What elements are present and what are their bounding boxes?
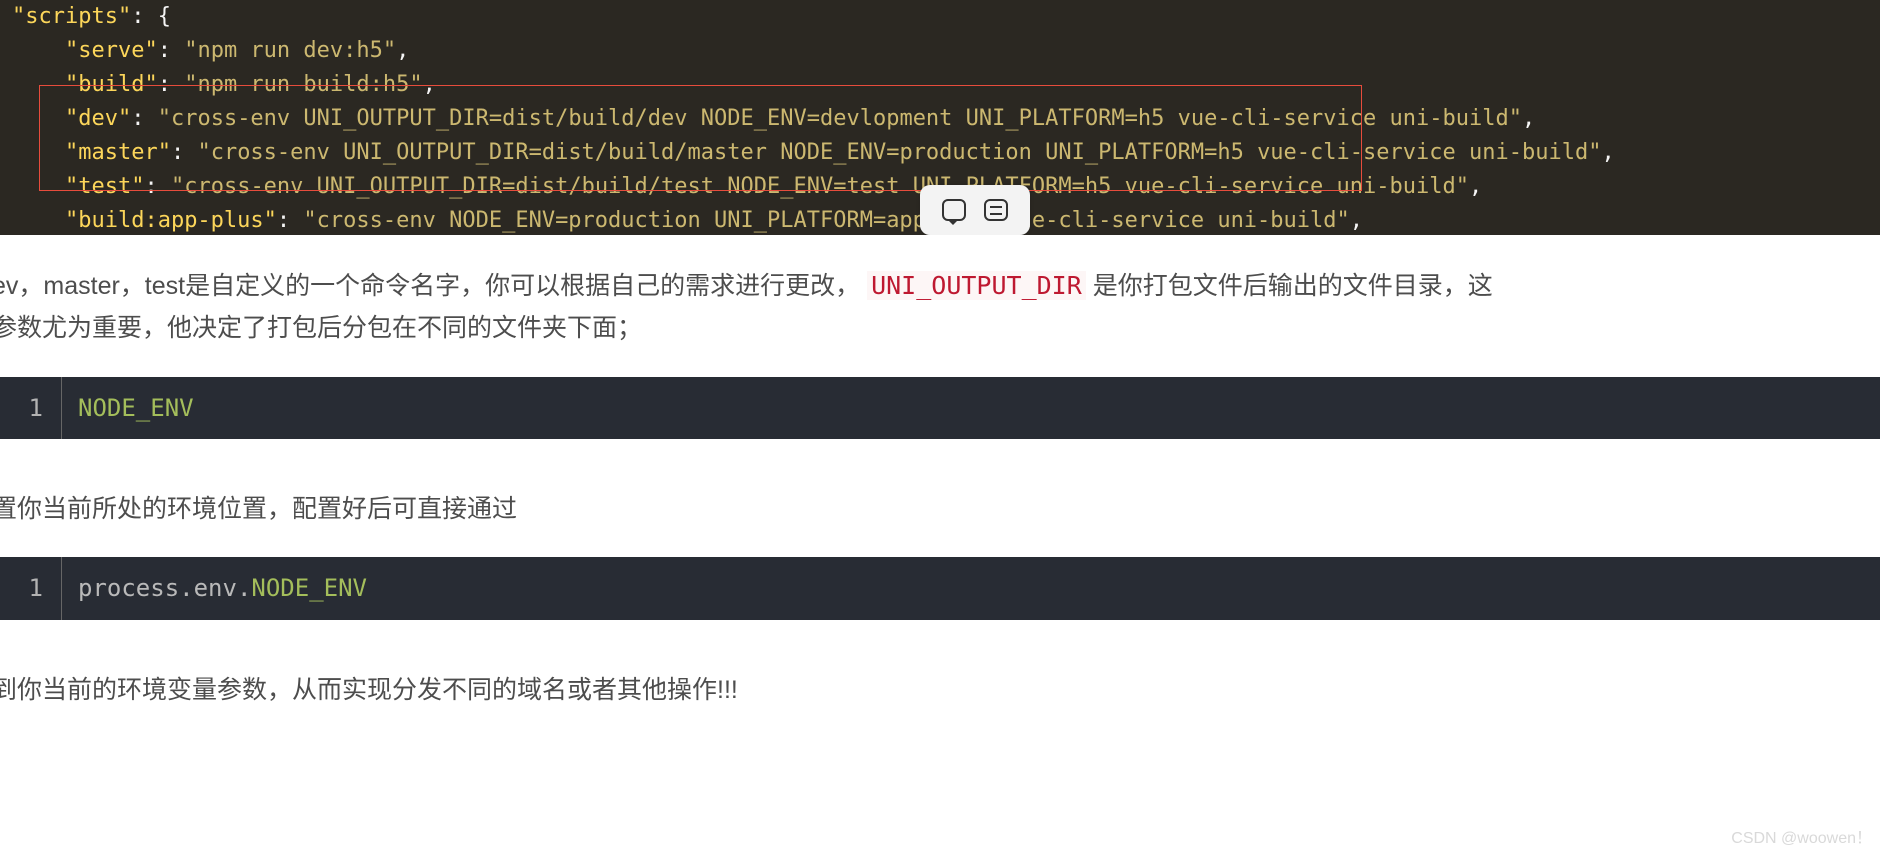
para1-prefix: ev，master，test是自定义的一个命令名字，你可以根据自己的需求进行更改… — [0, 272, 860, 300]
code-screenshot: "scripts": { "serve": "npm run dev:h5", … — [0, 0, 1880, 235]
hover-popup[interactable] — [920, 185, 1030, 235]
line-number: 1 — [0, 377, 62, 439]
para1-line2: 参数尤为重要，他决定了打包后分包在不同的文件夹下面； — [0, 314, 642, 342]
code-text: NODE_ENV — [78, 394, 194, 422]
watermark: CSDN @woowen！ — [1731, 826, 1872, 852]
paragraph-2: 置你当前所处的环境位置，配置好后可直接通过 — [0, 489, 1880, 529]
paragraph-1: ev，master，test是自定义的一个命令名字，你可以根据自己的需求进行更改… — [0, 235, 1880, 349]
code-green: NODE_ENV — [251, 574, 367, 602]
comment-icon — [942, 199, 966, 221]
line-number: 1 — [0, 557, 62, 619]
code-dim: process.env. — [78, 574, 251, 602]
code-block-2: 1 process.env.NODE_ENV — [0, 557, 1880, 619]
inline-code-uni-output-dir: UNI_OUTPUT_DIR — [867, 271, 1086, 300]
para1-suffix: 是你打包文件后输出的文件目录，这 — [1093, 272, 1493, 300]
paragraph-3: 到你当前的环境变量参数，从而实现分发不同的域名或者其他操作!!! — [0, 670, 1880, 710]
notes-icon — [984, 199, 1008, 221]
code-block-1: 1 NODE_ENV — [0, 377, 1880, 439]
